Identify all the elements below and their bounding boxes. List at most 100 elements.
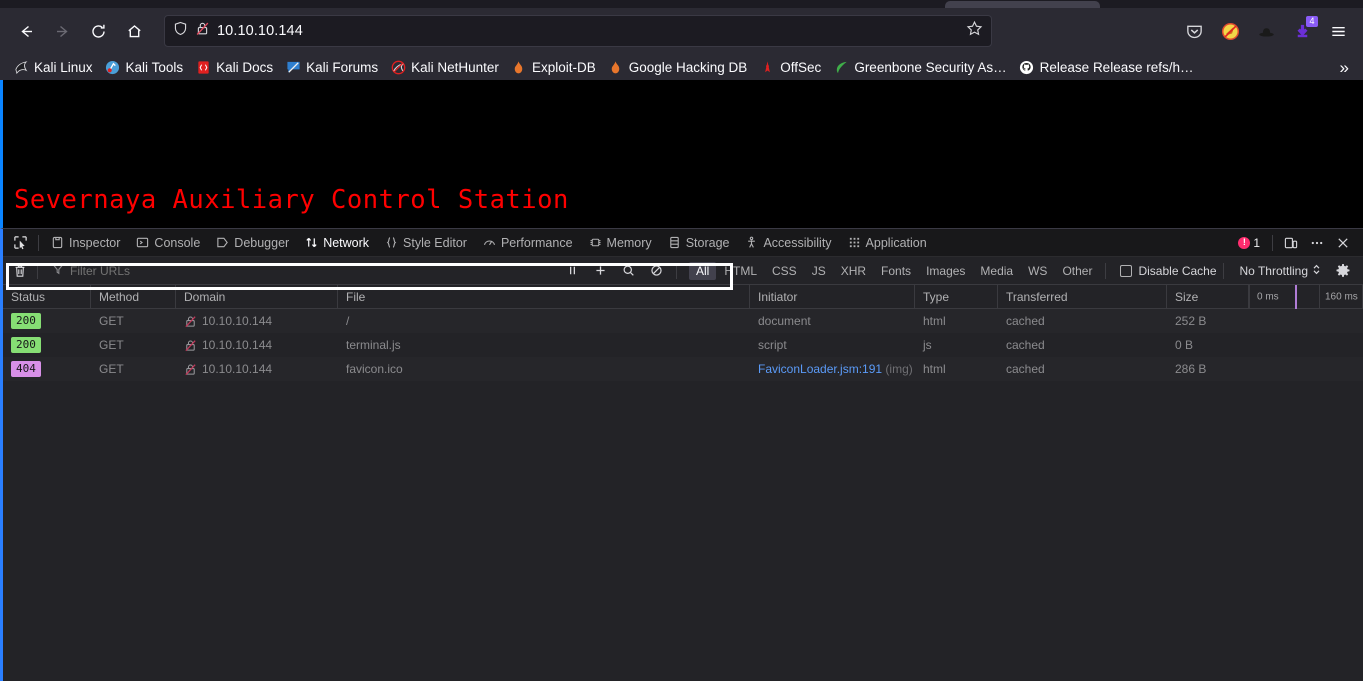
tab-network[interactable]: Network <box>297 230 377 256</box>
column-header-domain[interactable]: Domain <box>176 284 338 309</box>
throttling-dropdown[interactable]: No Throttling <box>1240 264 1321 278</box>
tab-memory[interactable]: Memory <box>581 230 660 256</box>
filter-urls-input[interactable]: Filter URLs <box>48 261 348 281</box>
responsive-design-mode-icon[interactable] <box>1279 231 1303 255</box>
element-picker-icon[interactable] <box>7 230 34 256</box>
filter-chip-fonts[interactable]: Fonts <box>874 262 918 280</box>
block-requests-icon[interactable] <box>644 259 670 283</box>
bookmark-kali-tools[interactable]: Kali Tools <box>100 57 191 77</box>
tab-console[interactable]: Console <box>128 230 208 256</box>
home-button[interactable] <box>117 15 151 47</box>
filter-chip-other[interactable]: Other <box>1055 262 1099 280</box>
bookmark-release-refs[interactable]: Release Release refs/h… <box>1014 57 1201 77</box>
status-badge: 200 <box>11 313 41 329</box>
reload-button[interactable] <box>81 15 115 47</box>
cell-transferred: cached <box>1006 362 1045 376</box>
chevron-updown-icon <box>1312 264 1321 278</box>
column-header-file[interactable]: File <box>338 284 750 309</box>
column-header-status[interactable]: Status <box>3 284 91 309</box>
bookmark-kali-linux[interactable]: Kali Linux <box>8 57 100 77</box>
devtools-meatball-menu-icon[interactable] <box>1305 231 1329 255</box>
initiator-link[interactable]: FaviconLoader.jsm:191 <box>758 362 882 376</box>
table-row[interactable]: 404 GET 10.10.10.144 favicon.ico Favicon… <box>3 357 1363 381</box>
bookmark-kali-forums[interactable]: Kali Forums <box>280 57 385 77</box>
bookmark-greenbone[interactable]: Greenbone Security As… <box>828 57 1013 77</box>
filter-chip-ws[interactable]: WS <box>1021 262 1054 280</box>
bookmark-exploit-db[interactable]: Exploit-DB <box>506 57 603 77</box>
column-header-method[interactable]: Method <box>91 284 176 309</box>
table-row[interactable]: 200 GET 10.10.10.144 terminal.js script … <box>3 333 1363 357</box>
tab-accessibility[interactable]: Accessibility <box>737 230 839 256</box>
app-menu-icon[interactable] <box>1322 15 1354 47</box>
browser-chrome: 10.10.10.144 4 Kali Linux Kali Tools Kal… <box>0 0 1363 80</box>
cell-transferred: cached <box>1006 338 1045 352</box>
devtools-tabbar-right: ! 1 <box>1232 231 1363 255</box>
bookmark-star-icon[interactable] <box>966 20 983 42</box>
lock-broken-icon <box>184 315 197 328</box>
lock-broken-icon[interactable] <box>195 21 210 41</box>
cell-domain: 10.10.10.144 <box>176 314 338 328</box>
cell-file: terminal.js <box>346 338 401 352</box>
back-button[interactable] <box>9 15 43 47</box>
timeline-tick-1: 160 ms <box>1325 291 1358 302</box>
column-header-initiator[interactable]: Initiator <box>750 284 915 309</box>
bookmark-google-hacking-db[interactable]: Google Hacking DB <box>603 57 755 77</box>
tab-inspector[interactable]: Inspector <box>43 230 128 256</box>
devtools-close-icon[interactable] <box>1331 231 1355 255</box>
divider <box>37 262 38 279</box>
tab-storage[interactable]: Storage <box>660 230 738 256</box>
cell-initiator: script <box>758 338 787 352</box>
ghdb-icon <box>608 59 624 75</box>
url-bar[interactable]: 10.10.10.144 <box>164 15 992 47</box>
performance-icon <box>483 236 496 249</box>
clear-requests-icon[interactable] <box>7 259 33 283</box>
tab-performance[interactable]: Performance <box>475 230 581 256</box>
bookmark-label: Kali Docs <box>216 59 274 75</box>
tab-debugger[interactable]: Debugger <box>208 230 297 256</box>
table-row[interactable]: 200 GET 10.10.10.144 / document html cac… <box>3 309 1363 333</box>
filter-chip-media[interactable]: Media <box>973 262 1020 280</box>
filter-chip-xhr[interactable]: XHR <box>834 262 873 280</box>
disable-cache-checkbox[interactable]: Disable Cache <box>1120 264 1217 278</box>
gear-icon[interactable] <box>1329 259 1357 283</box>
filter-chip-css[interactable]: CSS <box>765 262 804 280</box>
error-count-badge[interactable]: ! 1 <box>1232 236 1266 250</box>
divider <box>675 262 677 279</box>
pause-recording-icon[interactable] <box>560 259 586 283</box>
filter-chip-all[interactable]: All <box>688 261 717 280</box>
filter-chip-images[interactable]: Images <box>919 262 972 280</box>
kali-docs-icon <box>195 59 211 75</box>
bookmark-kali-nethunter[interactable]: Kali NetHunter <box>385 57 506 77</box>
column-header-type[interactable]: Type <box>915 284 998 309</box>
cell-size: 252 B <box>1175 314 1207 328</box>
inspector-icon <box>51 236 64 249</box>
kali-dragon-icon <box>13 59 29 75</box>
pocket-icon[interactable] <box>1178 15 1210 47</box>
bookmarks-overflow-button[interactable]: » <box>1332 59 1357 76</box>
browser-tab[interactable] <box>945 1 1100 8</box>
cell-method: GET <box>99 338 124 352</box>
filter-chip-js[interactable]: JS <box>805 262 833 280</box>
hat-icon[interactable] <box>1250 15 1282 47</box>
column-header-waterfall[interactable]: 0 ms 160 ms <box>1249 284 1363 309</box>
kali-forums-icon <box>285 59 301 75</box>
bookmark-kali-docs[interactable]: Kali Docs <box>190 57 280 77</box>
tab-label: Style Editor <box>403 235 467 250</box>
bookmark-offsec[interactable]: OffSec <box>754 57 828 77</box>
cell-transferred: cached <box>1006 314 1045 328</box>
search-icon[interactable] <box>616 259 642 283</box>
forward-button[interactable] <box>45 15 79 47</box>
tab-style-editor[interactable]: Style Editor <box>377 230 475 256</box>
add-blocked-request-icon[interactable] <box>588 259 614 283</box>
kali-tools-icon <box>105 59 121 75</box>
url-text[interactable]: 10.10.10.144 <box>217 23 959 39</box>
downloads-icon[interactable]: 4 <box>1286 15 1318 47</box>
tab-application[interactable]: Application <box>840 230 935 256</box>
adblock-icon[interactable] <box>1214 15 1246 47</box>
shield-icon[interactable] <box>173 21 188 41</box>
column-header-transferred[interactable]: Transferred <box>998 284 1167 309</box>
filter-chip-html[interactable]: HTML <box>717 262 764 280</box>
cell-type: js <box>923 338 932 352</box>
column-header-size[interactable]: Size <box>1167 284 1249 309</box>
offsec-icon <box>759 59 775 75</box>
